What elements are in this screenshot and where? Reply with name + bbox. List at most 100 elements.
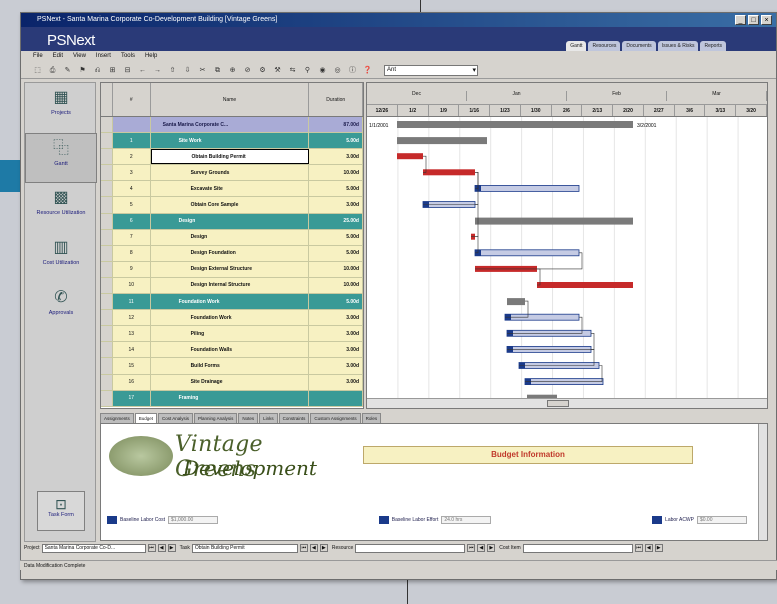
table-row[interactable]: 4 Excavate Site 5.00d [101, 181, 363, 198]
toolbar-icon-1[interactable]: ⎙ [48, 66, 57, 75]
task-name[interactable]: Survey Grounds [151, 165, 310, 181]
table-row[interactable]: 15 Build Forms 3.00d [101, 358, 363, 375]
detail-tab[interactable]: Notes [238, 413, 259, 423]
task-duration[interactable]: 5.00d [309, 229, 363, 245]
row-handle[interactable] [101, 294, 113, 310]
next-icon[interactable]: ▶ [654, 544, 663, 552]
detail-tab[interactable]: Assignments [100, 413, 134, 423]
row-number[interactable]: 17 [113, 390, 151, 406]
close-button[interactable]: × [761, 15, 772, 25]
gantt-scrollbar[interactable] [367, 398, 767, 408]
table-row[interactable]: 17 Framing [101, 390, 363, 407]
first-icon[interactable]: ⏮ [467, 544, 476, 552]
toolbar-icon-0[interactable]: ⬚ [33, 66, 42, 75]
row-number[interactable]: 10 [113, 277, 151, 294]
tab-documents[interactable]: Documents [622, 41, 656, 51]
task-duration[interactable]: 5.00d [309, 245, 363, 261]
toolbar-icon-5[interactable]: ⊞ [108, 66, 117, 75]
baseline-labor-effort-input[interactable]: 24.0 hrs [441, 516, 492, 524]
row-handle[interactable] [101, 181, 113, 197]
prev-icon[interactable]: ◀ [644, 544, 653, 552]
toolbar-icon-19[interactable]: ◉ [318, 66, 327, 75]
task-duration[interactable]: 5.00d [309, 294, 363, 310]
detail-tab[interactable]: Constraints [278, 413, 310, 423]
task-name[interactable]: Foundation Walls [151, 342, 310, 358]
toolbar-icon-18[interactable]: ⚲ [303, 66, 312, 75]
scroll-thumb[interactable] [547, 400, 569, 407]
row-number[interactable]: 8 [113, 245, 151, 261]
tab-resources[interactable]: Resources [588, 41, 621, 51]
task-duration[interactable]: 87.00d [309, 117, 363, 133]
row-handle[interactable] [101, 197, 113, 213]
row-number[interactable]: 4 [113, 181, 151, 197]
row-handle[interactable] [101, 133, 113, 149]
row-number[interactable]: 7 [113, 229, 151, 245]
toolbar-icon-10[interactable]: ⇩ [183, 66, 192, 75]
next-icon[interactable]: ▶ [487, 544, 496, 552]
prev-icon[interactable]: ◀ [157, 544, 166, 552]
task-name[interactable]: Build Forms [151, 358, 310, 374]
menu-insert[interactable]: Insert [96, 51, 111, 62]
row-number[interactable]: 12 [113, 310, 151, 326]
task-name[interactable]: Piling [151, 326, 310, 342]
table-row[interactable]: 3 Survey Grounds 10.00d [101, 165, 363, 182]
detail-tab[interactable]: Cost Analysis [158, 413, 194, 423]
task-duration[interactable]: 10.00d [309, 165, 363, 181]
gantt-bar[interactable] [537, 282, 633, 288]
toolbar-icon-9[interactable]: ⇧ [168, 66, 177, 75]
row-handle[interactable] [101, 310, 113, 326]
col-header-duration[interactable]: Duration [309, 83, 363, 116]
task-name[interactable]: Foundation Work [151, 294, 310, 310]
gantt-bar[interactable] [397, 153, 423, 160]
table-row[interactable]: 10 Design Internal Structure 10.00d [101, 277, 363, 295]
baseline-labor-cost-input[interactable]: $1,000.00 [168, 516, 219, 524]
toolbar-icon-22[interactable]: ❓ [363, 66, 372, 75]
row-number[interactable]: 5 [113, 197, 151, 213]
toolbar-icon-14[interactable]: ⊘ [243, 66, 252, 75]
task-name[interactable]: Obtain Building Permit [150, 149, 310, 165]
task-name[interactable]: Design External Structure [151, 261, 310, 277]
toolbar-icon-3[interactable]: ⚑ [78, 66, 87, 75]
resource-nav-input[interactable] [355, 543, 466, 553]
prev-icon[interactable]: ◀ [309, 544, 318, 552]
task-name[interactable]: Framing [151, 390, 310, 406]
row-handle[interactable] [101, 374, 113, 390]
task-duration[interactable]: 3.00d [309, 342, 363, 358]
menu-help[interactable]: Help [145, 51, 157, 62]
gantt-bar[interactable] [474, 185, 580, 192]
tab-reports[interactable]: Reports [700, 41, 726, 51]
sidebar-item-resource-utilization[interactable]: ▩ Resource Utilization [25, 183, 97, 233]
row-number[interactable]: 6 [113, 213, 151, 229]
row-number[interactable]: 16 [113, 374, 151, 390]
filter-combo[interactable]: Ant [384, 64, 478, 76]
row-number[interactable]: 14 [113, 342, 151, 358]
row-number[interactable]: 15 [113, 358, 151, 374]
table-row[interactable]: 2 Obtain Building Permit 3.00d [101, 149, 363, 166]
menu-tools[interactable]: Tools [121, 51, 135, 62]
row-handle[interactable] [101, 326, 113, 342]
gantt-bar[interactable] [423, 169, 475, 176]
table-row[interactable]: 9 Design External Structure 10.00d [101, 261, 363, 278]
row-number[interactable]: 1 [113, 133, 151, 149]
toolbar-icon-6[interactable]: ⊟ [123, 66, 132, 75]
task-name[interactable]: Site Work [151, 133, 310, 149]
sidebar-item-cost-utilization[interactable]: ▥ Cost Utilization [25, 233, 97, 283]
task-duration[interactable]: 3.00d [309, 374, 363, 390]
first-icon[interactable]: ⏮ [299, 544, 308, 552]
menu-view[interactable]: View [73, 51, 86, 62]
task-name[interactable]: Design [151, 229, 310, 245]
task-name[interactable]: Santa Marina Corporate C... [151, 117, 310, 133]
tab-issues[interactable]: Issues & Risks [657, 41, 699, 51]
task-duration[interactable]: 3.00d [309, 326, 363, 342]
toolbar-icon-4[interactable]: ⎌ [93, 66, 102, 75]
sidebar-item-gantt[interactable]: ⿻ Gantt [25, 133, 97, 183]
toolbar-icon-20[interactable]: ◎ [333, 66, 342, 75]
row-number[interactable]: 2 [113, 149, 151, 165]
table-row[interactable]: 7 Design 5.00d [101, 229, 363, 246]
task-nav-input[interactable]: Obtain Building Permit [191, 543, 298, 553]
row-handle[interactable] [101, 229, 113, 245]
col-header-name[interactable]: Name [151, 83, 310, 116]
task-name[interactable]: Design Foundation [151, 245, 310, 261]
col-header-number[interactable]: # [113, 83, 151, 116]
task-duration[interactable]: 3.00d [309, 149, 363, 165]
